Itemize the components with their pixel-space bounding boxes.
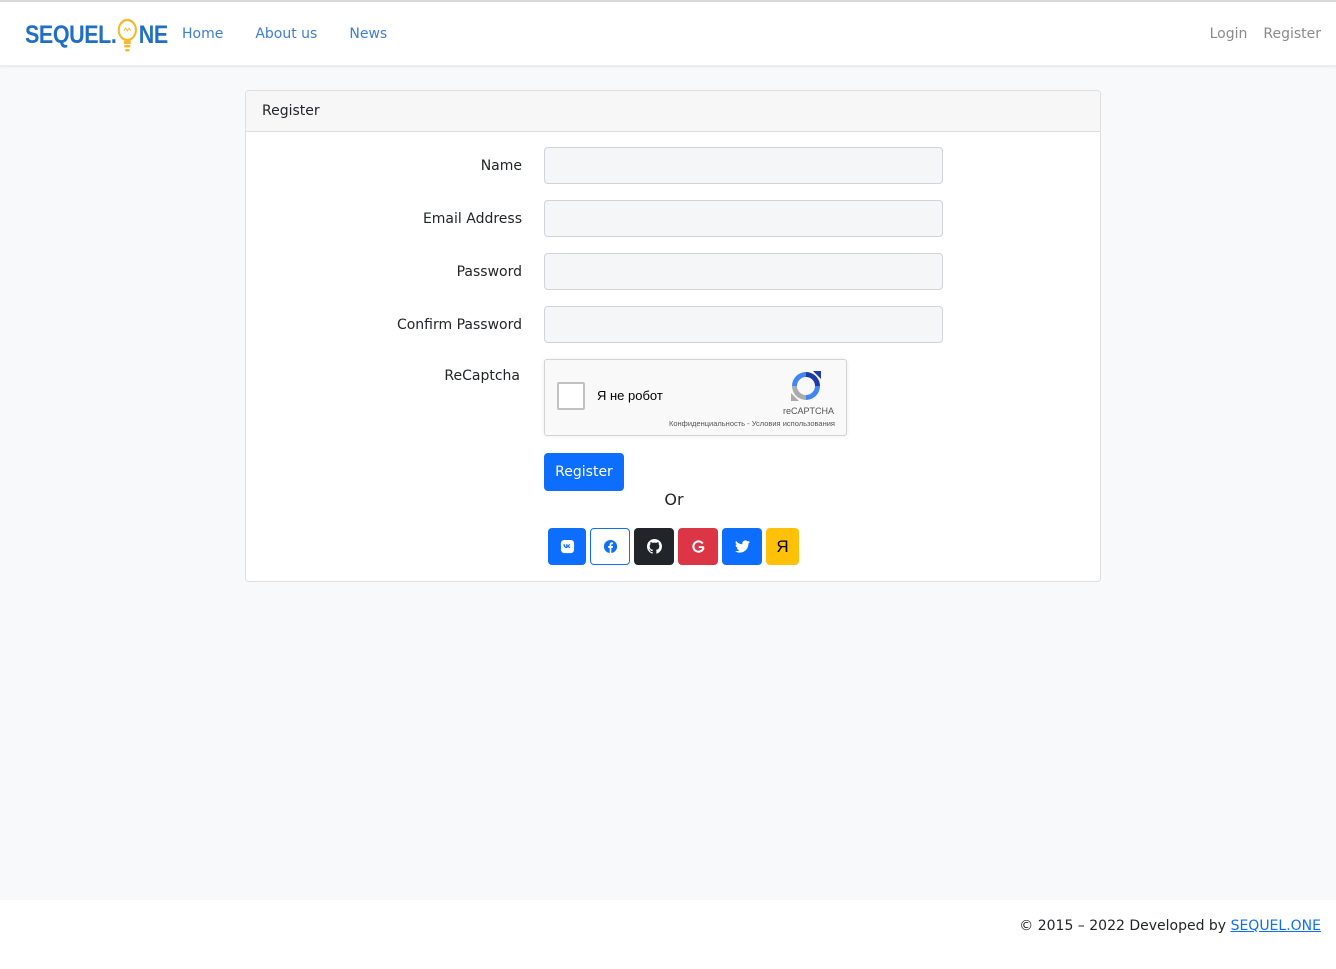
recaptcha-widget: Я не робот reCAPTCHA Конфиденциальность … <box>544 359 847 436</box>
name-input[interactable] <box>544 147 943 184</box>
recaptcha-brand: reCAPTCHA <box>782 406 834 416</box>
email-label: Email Address <box>422 211 522 227</box>
nav-link-login[interactable]: Login <box>1202 26 1256 42</box>
recaptcha-links[interactable]: Конфиденциальность - Условия использован… <box>669 419 835 428</box>
footer-sequel-one-link[interactable]: SEQUEL.ONE <box>1231 918 1321 934</box>
name-label: Name <box>480 158 522 174</box>
confirm-password-label: Confirm Password <box>396 317 522 333</box>
vk-icon <box>560 539 574 554</box>
recaptcha-checkbox-text: Я не робот <box>597 388 663 403</box>
recaptcha-logo-icon <box>791 371 821 401</box>
auth-nav: Login Register <box>1202 2 1329 66</box>
nav-link-news[interactable]: News <box>333 26 403 42</box>
card-header: Register <box>246 91 1100 132</box>
google-icon <box>691 540 705 553</box>
recaptcha-checkbox[interactable] <box>557 382 585 410</box>
nav-link-about-us[interactable]: About us <box>239 26 333 42</box>
register-button[interactable]: Register <box>544 453 624 491</box>
password-row: Password <box>246 253 1102 291</box>
email-row: Email Address <box>246 200 1102 238</box>
logo[interactable]: SEQUEL. NE <box>25 16 168 54</box>
yandex-login-button[interactable]: Я <box>766 528 799 565</box>
register-card: Register Name Email Address Password Con… <box>245 90 1101 582</box>
footer-text: © 2015 – 2022 Developed by <box>1019 918 1227 934</box>
nav-link-home[interactable]: Home <box>166 26 239 42</box>
logo-text-part1: SEQUEL. <box>25 20 117 49</box>
navbar: SEQUEL. NE Home About us News Login Regi… <box>0 2 1336 66</box>
password-input[interactable] <box>544 253 943 290</box>
twitter-icon <box>734 540 750 553</box>
vk-login-button[interactable] <box>548 528 586 565</box>
name-row: Name <box>246 147 1102 185</box>
recaptcha-label: ReCaptcha <box>444 368 520 384</box>
email-input[interactable] <box>544 200 943 237</box>
footer: © 2015 – 2022 Developed by SEQUEL.ONE <box>0 900 1336 969</box>
confirm-password-row: Confirm Password <box>246 306 1102 344</box>
lightbulb-icon <box>117 18 138 52</box>
confirm-password-input[interactable] <box>544 306 943 343</box>
logo-text-part2: NE <box>138 20 168 49</box>
github-login-button[interactable] <box>634 528 674 565</box>
social-login-buttons: Я <box>548 528 799 565</box>
facebook-icon <box>603 539 617 554</box>
google-login-button[interactable] <box>678 528 718 565</box>
main-nav: Home About us News <box>166 2 403 66</box>
password-label: Password <box>456 264 522 280</box>
github-icon <box>646 539 662 554</box>
facebook-login-button[interactable] <box>590 528 630 565</box>
twitter-login-button[interactable] <box>722 528 762 565</box>
or-separator: Or <box>664 490 684 509</box>
footer-copyright: © 2015 – 2022 Developed by SEQUEL.ONE <box>1019 918 1321 934</box>
nav-link-register[interactable]: Register <box>1255 26 1329 42</box>
